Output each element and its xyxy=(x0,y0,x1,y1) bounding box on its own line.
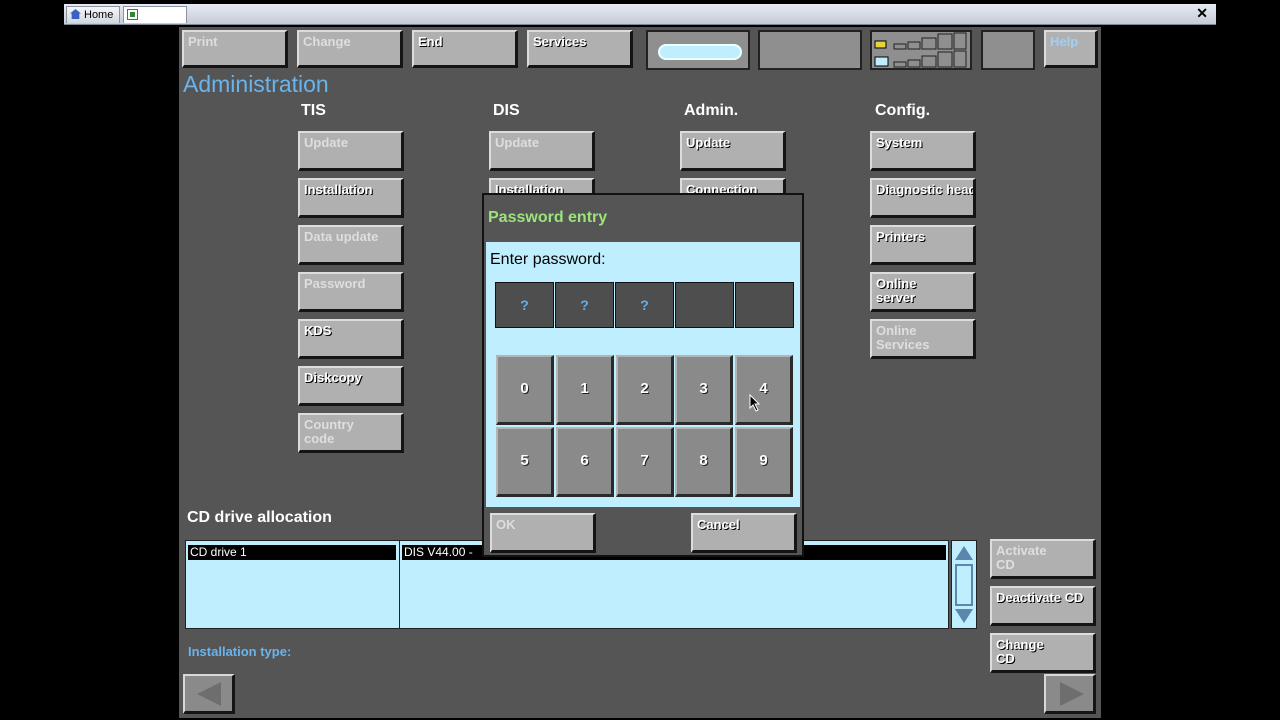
key-1-button[interactable]: 1 xyxy=(556,355,614,425)
installation-type-label: Installation type: xyxy=(188,644,292,659)
key-2-button[interactable]: 2 xyxy=(616,355,674,425)
tis-kds-button[interactable]: KDS xyxy=(298,319,404,359)
cancel-button[interactable]: Cancel xyxy=(691,513,797,553)
admin-heading: Admin. xyxy=(684,102,739,119)
services-button[interactable]: Services xyxy=(527,30,633,68)
change-button[interactable]: Change xyxy=(297,30,403,68)
tis-diskcopy-button[interactable]: Diskcopy xyxy=(298,366,404,406)
status-panel-small xyxy=(981,30,1035,70)
home-icon xyxy=(70,9,81,19)
password-cell: ? xyxy=(615,282,674,328)
progress-indicator xyxy=(658,44,742,60)
dis-heading: DIS xyxy=(493,102,520,119)
cd-list-scrollbar[interactable] xyxy=(951,540,977,629)
password-cell: ? xyxy=(555,282,614,328)
deactivate-cd-button[interactable]: Deactivate CD xyxy=(990,586,1096,626)
key-6-button[interactable]: 6 xyxy=(556,427,614,497)
password-dialog: Password entry Enter password: ? ? ? 0 1… xyxy=(482,193,804,557)
config-online-server-label: Online server xyxy=(876,276,917,305)
tis-installation-button[interactable]: Installation xyxy=(298,178,404,218)
key-8-button[interactable]: 8 xyxy=(675,427,733,497)
dialog-body: Enter password: ? ? ? 0 1 2 3 4 5 6 7 8 … xyxy=(486,242,800,507)
tab-home-label: Home xyxy=(84,9,114,21)
tab-home[interactable]: Home xyxy=(66,6,120,23)
config-online-server-button[interactable]: Online server xyxy=(870,272,976,312)
cd-drive-column: CD drive 1 xyxy=(186,541,400,628)
status-indicator-panel xyxy=(646,30,750,70)
scroll-up-icon[interactable] xyxy=(955,546,973,560)
tab-gt1-label: GT1_v44 xyxy=(127,26,173,38)
key-7-button[interactable]: 7 xyxy=(616,427,674,497)
password-cell xyxy=(735,282,794,328)
status-panel-empty xyxy=(758,30,862,70)
password-cell xyxy=(675,282,734,328)
dialog-header: Password entry xyxy=(484,195,802,241)
browser-tab-bar: Home GT1_v44 xyxy=(64,4,1216,38)
app-icon xyxy=(127,9,138,20)
password-prompt: Enter password: xyxy=(490,251,606,268)
connection-status-icon xyxy=(874,32,967,68)
key-0-button[interactable]: 0 xyxy=(496,355,554,425)
dialog-title: Password entry xyxy=(488,209,608,226)
tis-password-button[interactable]: Password xyxy=(298,272,404,312)
admin-update-button[interactable]: Update xyxy=(680,131,786,171)
arrow-left-icon xyxy=(197,682,221,706)
config-online-services-label: Online Services xyxy=(876,323,930,352)
cd-drive-row[interactable]: CD drive 1 xyxy=(188,545,396,560)
key-3-button[interactable]: 3 xyxy=(675,355,733,425)
arrow-right-icon xyxy=(1060,682,1084,706)
config-diagnostic-head-button[interactable]: Diagnostic head xyxy=(870,178,976,218)
tis-country-code-label: Country code xyxy=(304,417,354,446)
config-system-button[interactable]: System xyxy=(870,131,976,171)
password-cell: ? xyxy=(495,282,554,328)
close-icon[interactable]: ✕ xyxy=(1196,4,1208,22)
scroll-thumb[interactable] xyxy=(955,564,973,606)
mouse-cursor-icon xyxy=(749,394,761,412)
activate-cd-button[interactable]: Activate CD xyxy=(990,539,1096,579)
key-9-button[interactable]: 9 xyxy=(735,427,793,497)
back-button[interactable] xyxy=(183,674,235,714)
tis-update-button[interactable]: Update xyxy=(298,131,404,171)
change-cd-button[interactable]: Change CD xyxy=(990,633,1096,673)
forward-button[interactable] xyxy=(1044,674,1096,714)
activate-cd-label: Activate CD xyxy=(996,543,1047,572)
config-printers-button[interactable]: Printers xyxy=(870,225,976,265)
scroll-down-icon[interactable] xyxy=(955,609,973,623)
tis-data-update-button[interactable]: Data update xyxy=(298,225,404,265)
deactivate-cd-label: Deactivate CD xyxy=(996,590,1084,605)
tab-gt1[interactable]: GT1_v44 xyxy=(123,6,187,38)
key-5-button[interactable]: 5 xyxy=(496,427,554,497)
change-cd-label: Change CD xyxy=(996,637,1044,666)
connection-status-panel xyxy=(870,30,972,70)
ok-button[interactable]: OK xyxy=(490,513,596,553)
key-4-button[interactable]: 4 xyxy=(735,355,793,425)
dis-update-button[interactable]: Update xyxy=(489,131,595,171)
help-button[interactable]: Help xyxy=(1044,30,1098,68)
tis-heading: TIS xyxy=(301,102,326,119)
end-button[interactable]: End xyxy=(412,30,518,68)
print-button[interactable]: Print xyxy=(182,30,288,68)
tis-country-code-button[interactable]: Country code xyxy=(298,413,404,453)
page-title: Administration xyxy=(183,71,329,97)
config-heading: Config. xyxy=(875,102,931,119)
cd-allocation-heading: CD drive allocation xyxy=(187,509,332,526)
config-online-services-button[interactable]: Online Services xyxy=(870,319,976,359)
